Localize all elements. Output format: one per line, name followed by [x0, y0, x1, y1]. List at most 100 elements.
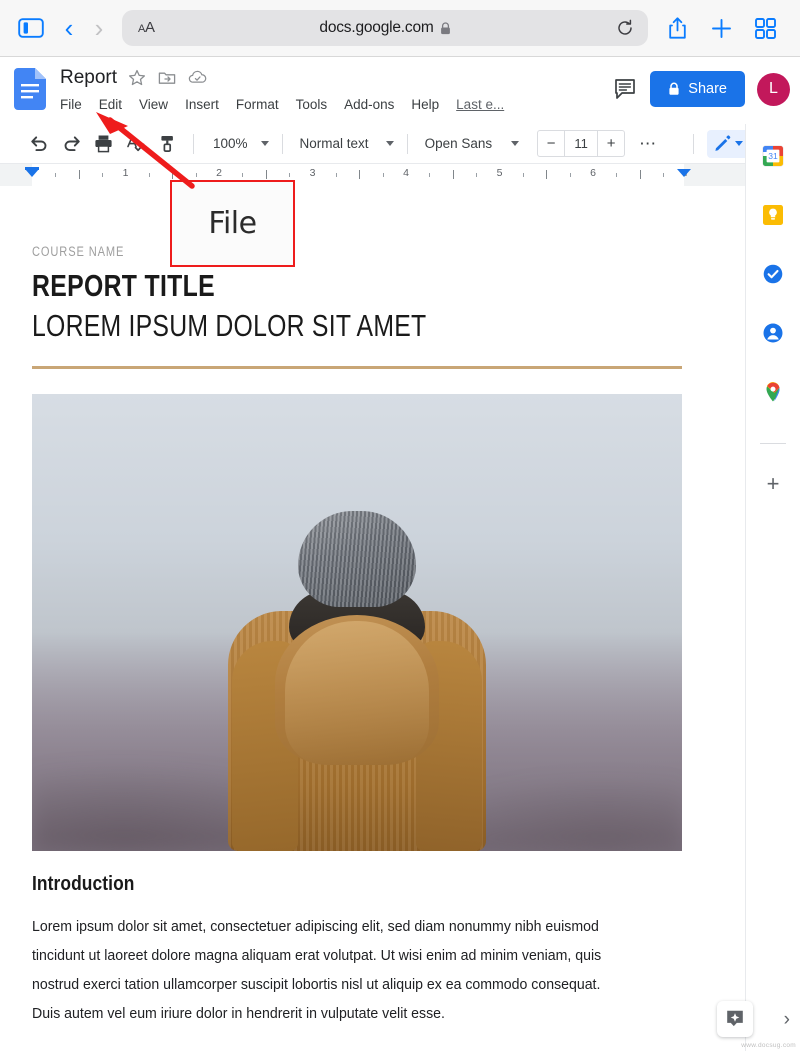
zoom-selector[interactable]: 100% — [203, 130, 273, 158]
chevron-down-icon — [735, 141, 744, 146]
forward-chevron-icon[interactable]: › — [84, 11, 114, 45]
explore-button[interactable] — [717, 1001, 753, 1037]
url-text: docs.google.com — [319, 19, 434, 36]
annotation-callout-label: File — [208, 206, 257, 241]
rail-divider — [760, 443, 786, 444]
chevron-down-icon — [260, 141, 269, 146]
text-size-button[interactable]: AA — [138, 19, 155, 37]
indent-marker-left[interactable] — [25, 169, 39, 177]
ruler-tick — [359, 170, 361, 179]
ruler-number: 3 — [309, 167, 316, 179]
new-tab-plus-icon[interactable] — [700, 9, 742, 47]
menu-item-view[interactable]: View — [139, 97, 168, 112]
ruler-tick — [522, 173, 524, 177]
google-keep-icon[interactable] — [761, 203, 785, 227]
cloud-saved-icon[interactable] — [188, 69, 207, 88]
doc-title-block: Report File Edit View Insert Format Tool… — [60, 65, 612, 115]
reload-icon[interactable] — [616, 19, 634, 37]
menu-item-tools[interactable]: Tools — [296, 97, 328, 112]
indent-marker-left-bar[interactable] — [25, 167, 39, 170]
undo-icon[interactable] — [24, 129, 54, 159]
last-edit-link[interactable]: Last e... — [456, 97, 504, 112]
font-size-stepper[interactable]: − 11 + — [537, 130, 626, 157]
expand-chevron-right-icon[interactable]: › — [784, 1009, 790, 1031]
person-figure — [207, 511, 507, 851]
ruler-page-area — [32, 164, 684, 186]
share-button[interactable]: Share — [650, 71, 745, 107]
ruler-tick — [546, 170, 548, 179]
toolbar-divider — [693, 133, 695, 154]
edit-mode-pen-icon — [713, 134, 732, 153]
indent-marker-right[interactable] — [677, 169, 691, 177]
move-to-folder-icon[interactable] — [158, 69, 177, 88]
ruler-tick — [289, 173, 291, 177]
sidebar-toggle-icon[interactable] — [14, 13, 48, 43]
chevron-down-icon — [385, 141, 394, 146]
ruler-number: 4 — [403, 167, 409, 179]
report-title-text: REPORT TITLE — [32, 268, 215, 303]
course-name-text: COURSE NAME — [32, 244, 125, 259]
redo-icon[interactable] — [56, 129, 86, 159]
google-docs-logo[interactable] — [14, 68, 46, 110]
font-size-decrease-button[interactable]: − — [538, 131, 564, 156]
ruler-tick — [172, 170, 174, 179]
ruler-tick — [639, 170, 641, 179]
font-family-selector[interactable]: Open Sans — [417, 130, 524, 158]
body-paragraph[interactable]: Lorem ipsum dolor sit amet, consectetuer… — [32, 912, 609, 1028]
ruler-tick — [195, 173, 197, 177]
toolbar-divider — [406, 133, 408, 154]
star-icon[interactable] — [128, 69, 147, 88]
paragraph-style-selector[interactable]: Normal text — [292, 130, 398, 158]
menu-item-format[interactable]: Format — [236, 97, 279, 112]
tab-overview-icon[interactable] — [744, 9, 786, 47]
ruler-number: 5 — [496, 167, 503, 179]
knit-beanie — [298, 511, 416, 607]
more-options-label: ⋯ — [639, 133, 658, 153]
doc-title-row: Report — [60, 65, 612, 91]
menu-item-addons[interactable]: Add-ons — [344, 97, 394, 112]
accent-divider — [32, 366, 682, 369]
print-icon[interactable] — [88, 129, 118, 159]
paragraph-style-label: Normal text — [299, 136, 369, 151]
google-tasks-icon[interactable] — [761, 262, 785, 286]
google-contacts-icon[interactable] — [761, 321, 785, 345]
document-canvas[interactable]: COURSE NAME REPORT TITLE LOREM IPSUM DOL… — [0, 186, 745, 1051]
report-subtitle-text: LOREM IPSUM DOLOR SIT AMET — [32, 308, 427, 343]
paint-format-icon[interactable] — [152, 129, 182, 159]
side-panel: 31 + — [745, 124, 800, 1051]
ruler-tick — [616, 173, 618, 177]
font-size-value[interactable]: 11 — [564, 131, 599, 156]
add-side-panel-app-button[interactable]: + — [761, 472, 785, 496]
page-title[interactable]: Report — [60, 67, 117, 89]
menu-item-help[interactable]: Help — [411, 97, 439, 112]
ruler-number: 2 — [216, 167, 222, 179]
browser-toolbar: ‹ › AA docs.google.com — [0, 0, 800, 57]
menu-item-insert[interactable]: Insert — [185, 97, 219, 112]
ruler-tick — [569, 173, 571, 177]
hero-image — [32, 394, 682, 851]
document-page: COURSE NAME REPORT TITLE LOREM IPSUM DOL… — [0, 186, 745, 1028]
share-up-icon[interactable] — [656, 9, 698, 47]
url-display: docs.google.com — [122, 19, 648, 37]
ruler-tick — [382, 173, 384, 177]
toolbar-divider — [193, 133, 194, 154]
font-size-increase-button[interactable]: + — [598, 131, 624, 156]
docs-header-actions: Share L — [612, 71, 790, 107]
back-chevron-icon[interactable]: ‹ — [54, 11, 84, 45]
menu-item-file[interactable]: File — [60, 97, 82, 112]
document-ruler[interactable]: 1234567 — [0, 164, 745, 186]
comment-history-icon[interactable] — [612, 76, 638, 102]
spellcheck-icon[interactable] — [120, 129, 150, 159]
google-calendar-icon[interactable]: 31 — [761, 144, 785, 168]
avatar[interactable]: L — [757, 72, 790, 106]
plus-icon: + — [766, 471, 780, 496]
menu-item-edit[interactable]: Edit — [99, 97, 122, 112]
address-bar[interactable]: AA docs.google.com — [122, 10, 648, 46]
google-maps-icon[interactable] — [761, 380, 785, 404]
more-options-button[interactable]: ⋯ — [633, 129, 663, 159]
ruler-tick — [663, 173, 665, 177]
ruler-tick — [55, 173, 57, 177]
editing-mode-selector[interactable] — [707, 129, 750, 158]
screen-root: ‹ › AA docs.google.com Report File Edit … — [0, 0, 800, 1051]
docs-toolbar: 100% Normal text Open Sans − 11 + ⋯ — [0, 124, 800, 164]
